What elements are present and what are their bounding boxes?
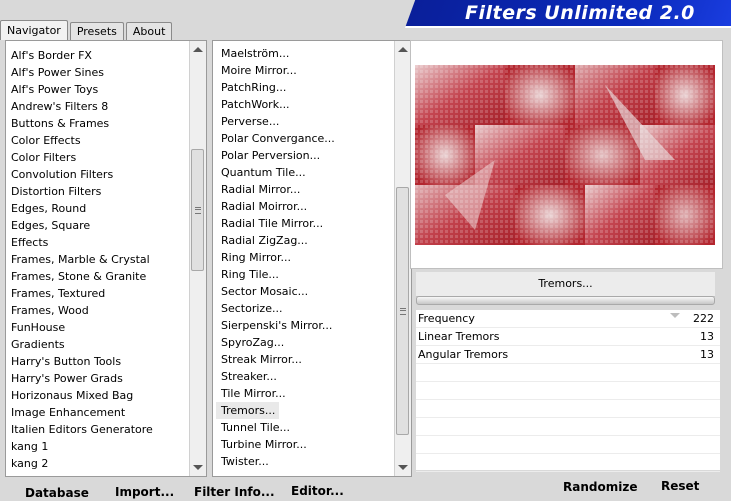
list-item[interactable]: Frames, Wood xyxy=(6,302,206,319)
param-label: Angular Tremors xyxy=(418,348,509,361)
list-item[interactable]: Andrew's Filters 8 xyxy=(6,98,206,115)
reset-button[interactable]: Reset xyxy=(661,479,699,493)
list-item[interactable]: Radial Tile Mirror... xyxy=(216,215,411,232)
empty-param-row xyxy=(416,436,720,454)
filter-info-button[interactable]: Filter Info... xyxy=(194,485,275,499)
list-item[interactable]: Frames, Textured xyxy=(6,285,206,302)
list-item[interactable]: Polar Convergance... xyxy=(216,130,411,147)
param-linear-tremors[interactable]: Linear Tremors 13 xyxy=(416,328,720,346)
param-label: Frequency xyxy=(418,312,475,325)
category-scrollbar[interactable] xyxy=(189,41,206,476)
tab-about[interactable]: About xyxy=(125,22,173,40)
list-item[interactable]: Sierpenski's Mirror... xyxy=(216,317,411,334)
preview-panel xyxy=(410,40,723,269)
list-item[interactable]: Radial ZigZag... xyxy=(216,232,411,249)
param-value: 13 xyxy=(700,330,714,343)
list-item[interactable]: Edges, Round xyxy=(6,200,206,217)
list-item[interactable]: Frames, Marble & Crystal xyxy=(6,251,206,268)
filter-list[interactable]: Maelström... Moire Mirror... PatchRing... P… xyxy=(212,40,412,477)
list-item[interactable]: Radial Moirror... xyxy=(216,198,411,215)
list-item[interactable]: Color Filters xyxy=(6,149,206,166)
scroll-thumb[interactable] xyxy=(191,149,204,271)
list-item[interactable]: Color Effects xyxy=(6,132,206,149)
list-item[interactable]: Ring Tile... xyxy=(216,266,411,283)
list-item[interactable]: Harry's Button Tools xyxy=(6,353,206,370)
list-item[interactable]: Streaker... xyxy=(216,368,411,385)
list-item[interactable]: Buttons & Frames xyxy=(6,115,206,132)
empty-param-row xyxy=(416,418,720,436)
list-item[interactable]: Polar Perversion... xyxy=(216,147,411,164)
list-item[interactable]: Perverse... xyxy=(216,113,411,130)
list-item[interactable]: Harry's Power Grads xyxy=(6,370,206,387)
empty-param-row xyxy=(416,400,720,418)
preview-image xyxy=(415,65,715,245)
param-angular-tremors[interactable]: Angular Tremors 13 xyxy=(416,346,720,364)
param-label: Linear Tremors xyxy=(418,330,500,343)
list-item[interactable]: PatchRing... xyxy=(216,79,411,96)
param-frequency[interactable]: Frequency 222 xyxy=(416,310,720,328)
list-item[interactable]: Image Enhancement xyxy=(6,404,206,421)
param-value: 13 xyxy=(700,348,714,361)
list-item[interactable]: Effects xyxy=(6,234,206,251)
list-item[interactable]: Tile Mirror... xyxy=(216,385,411,402)
list-item[interactable]: Horizonaus Mixed Bag xyxy=(6,387,206,404)
list-item[interactable]: Quantum Tile... xyxy=(216,164,411,181)
list-item[interactable]: Maelström... xyxy=(216,45,411,62)
param-value: 222 xyxy=(693,312,714,325)
scroll-thumb[interactable] xyxy=(396,187,409,435)
category-list[interactable]: Alf's Border FX Alf's Power Sines Alf's Po… xyxy=(5,40,207,477)
list-item[interactable]: Radial Mirror... xyxy=(216,181,411,198)
tab-presets[interactable]: Presets xyxy=(69,22,124,40)
scroll-up-icon[interactable] xyxy=(398,47,408,52)
list-item[interactable]: Alf's Power Sines xyxy=(6,64,206,81)
slider-pointer-icon[interactable] xyxy=(670,313,680,318)
database-button[interactable]: Database xyxy=(25,486,89,500)
parameter-panel: Frequency 222 Linear Tremors 13 Angular … xyxy=(416,310,720,472)
list-item[interactable]: Gradients xyxy=(6,336,206,353)
editor-button[interactable]: Editor... xyxy=(291,484,344,498)
list-item[interactable]: PatchWork... xyxy=(216,96,411,113)
import-button[interactable]: Import... xyxy=(115,485,174,499)
list-item[interactable]: kang 1 xyxy=(6,438,206,455)
list-item[interactable]: Convolution Filters xyxy=(6,166,206,183)
list-item[interactable]: Tunnel Tile... xyxy=(216,419,411,436)
list-item[interactable]: Alf's Power Toys xyxy=(6,81,206,98)
list-item[interactable]: Sectorize... xyxy=(216,300,411,317)
empty-param-row xyxy=(416,382,720,400)
list-item[interactable]: SpyroZag... xyxy=(216,334,411,351)
list-item[interactable]: Alf's Border FX xyxy=(6,47,206,64)
scroll-down-icon[interactable] xyxy=(398,465,408,470)
list-item[interactable]: Sector Mosaic... xyxy=(216,283,411,300)
empty-param-row xyxy=(416,454,720,472)
list-item[interactable]: kang 2 xyxy=(6,455,206,472)
list-item[interactable]: Twister... xyxy=(216,453,411,470)
scroll-up-icon[interactable] xyxy=(193,47,203,52)
tab-navigator[interactable]: Navigator xyxy=(0,20,68,40)
list-item[interactable]: Turbine Mirror... xyxy=(216,436,411,453)
list-item[interactable]: Moire Mirror... xyxy=(216,62,411,79)
scroll-down-icon[interactable] xyxy=(193,465,203,470)
selected-filter-label: Tremors... xyxy=(416,272,715,297)
list-item[interactable]: Streak Mirror... xyxy=(216,351,411,368)
list-item[interactable]: Edges, Square xyxy=(6,217,206,234)
list-item[interactable]: Frames, Stone & Granite xyxy=(6,268,206,285)
tab-bar: Navigator Presets About xyxy=(0,20,174,40)
app-title: Filters Unlimited 2.0 xyxy=(465,2,695,24)
progress-bar xyxy=(416,296,715,305)
list-item[interactable]: Distortion Filters xyxy=(6,183,206,200)
list-item[interactable]: Ring Mirror... xyxy=(216,249,411,266)
empty-param-row xyxy=(416,364,720,382)
filter-scrollbar[interactable] xyxy=(394,41,411,476)
list-item[interactable]: Tremors... xyxy=(216,402,280,419)
list-item[interactable]: FunHouse xyxy=(6,319,206,336)
randomize-button[interactable]: Randomize xyxy=(563,480,637,494)
list-item[interactable]: Italien Editors Generatore xyxy=(6,421,206,438)
